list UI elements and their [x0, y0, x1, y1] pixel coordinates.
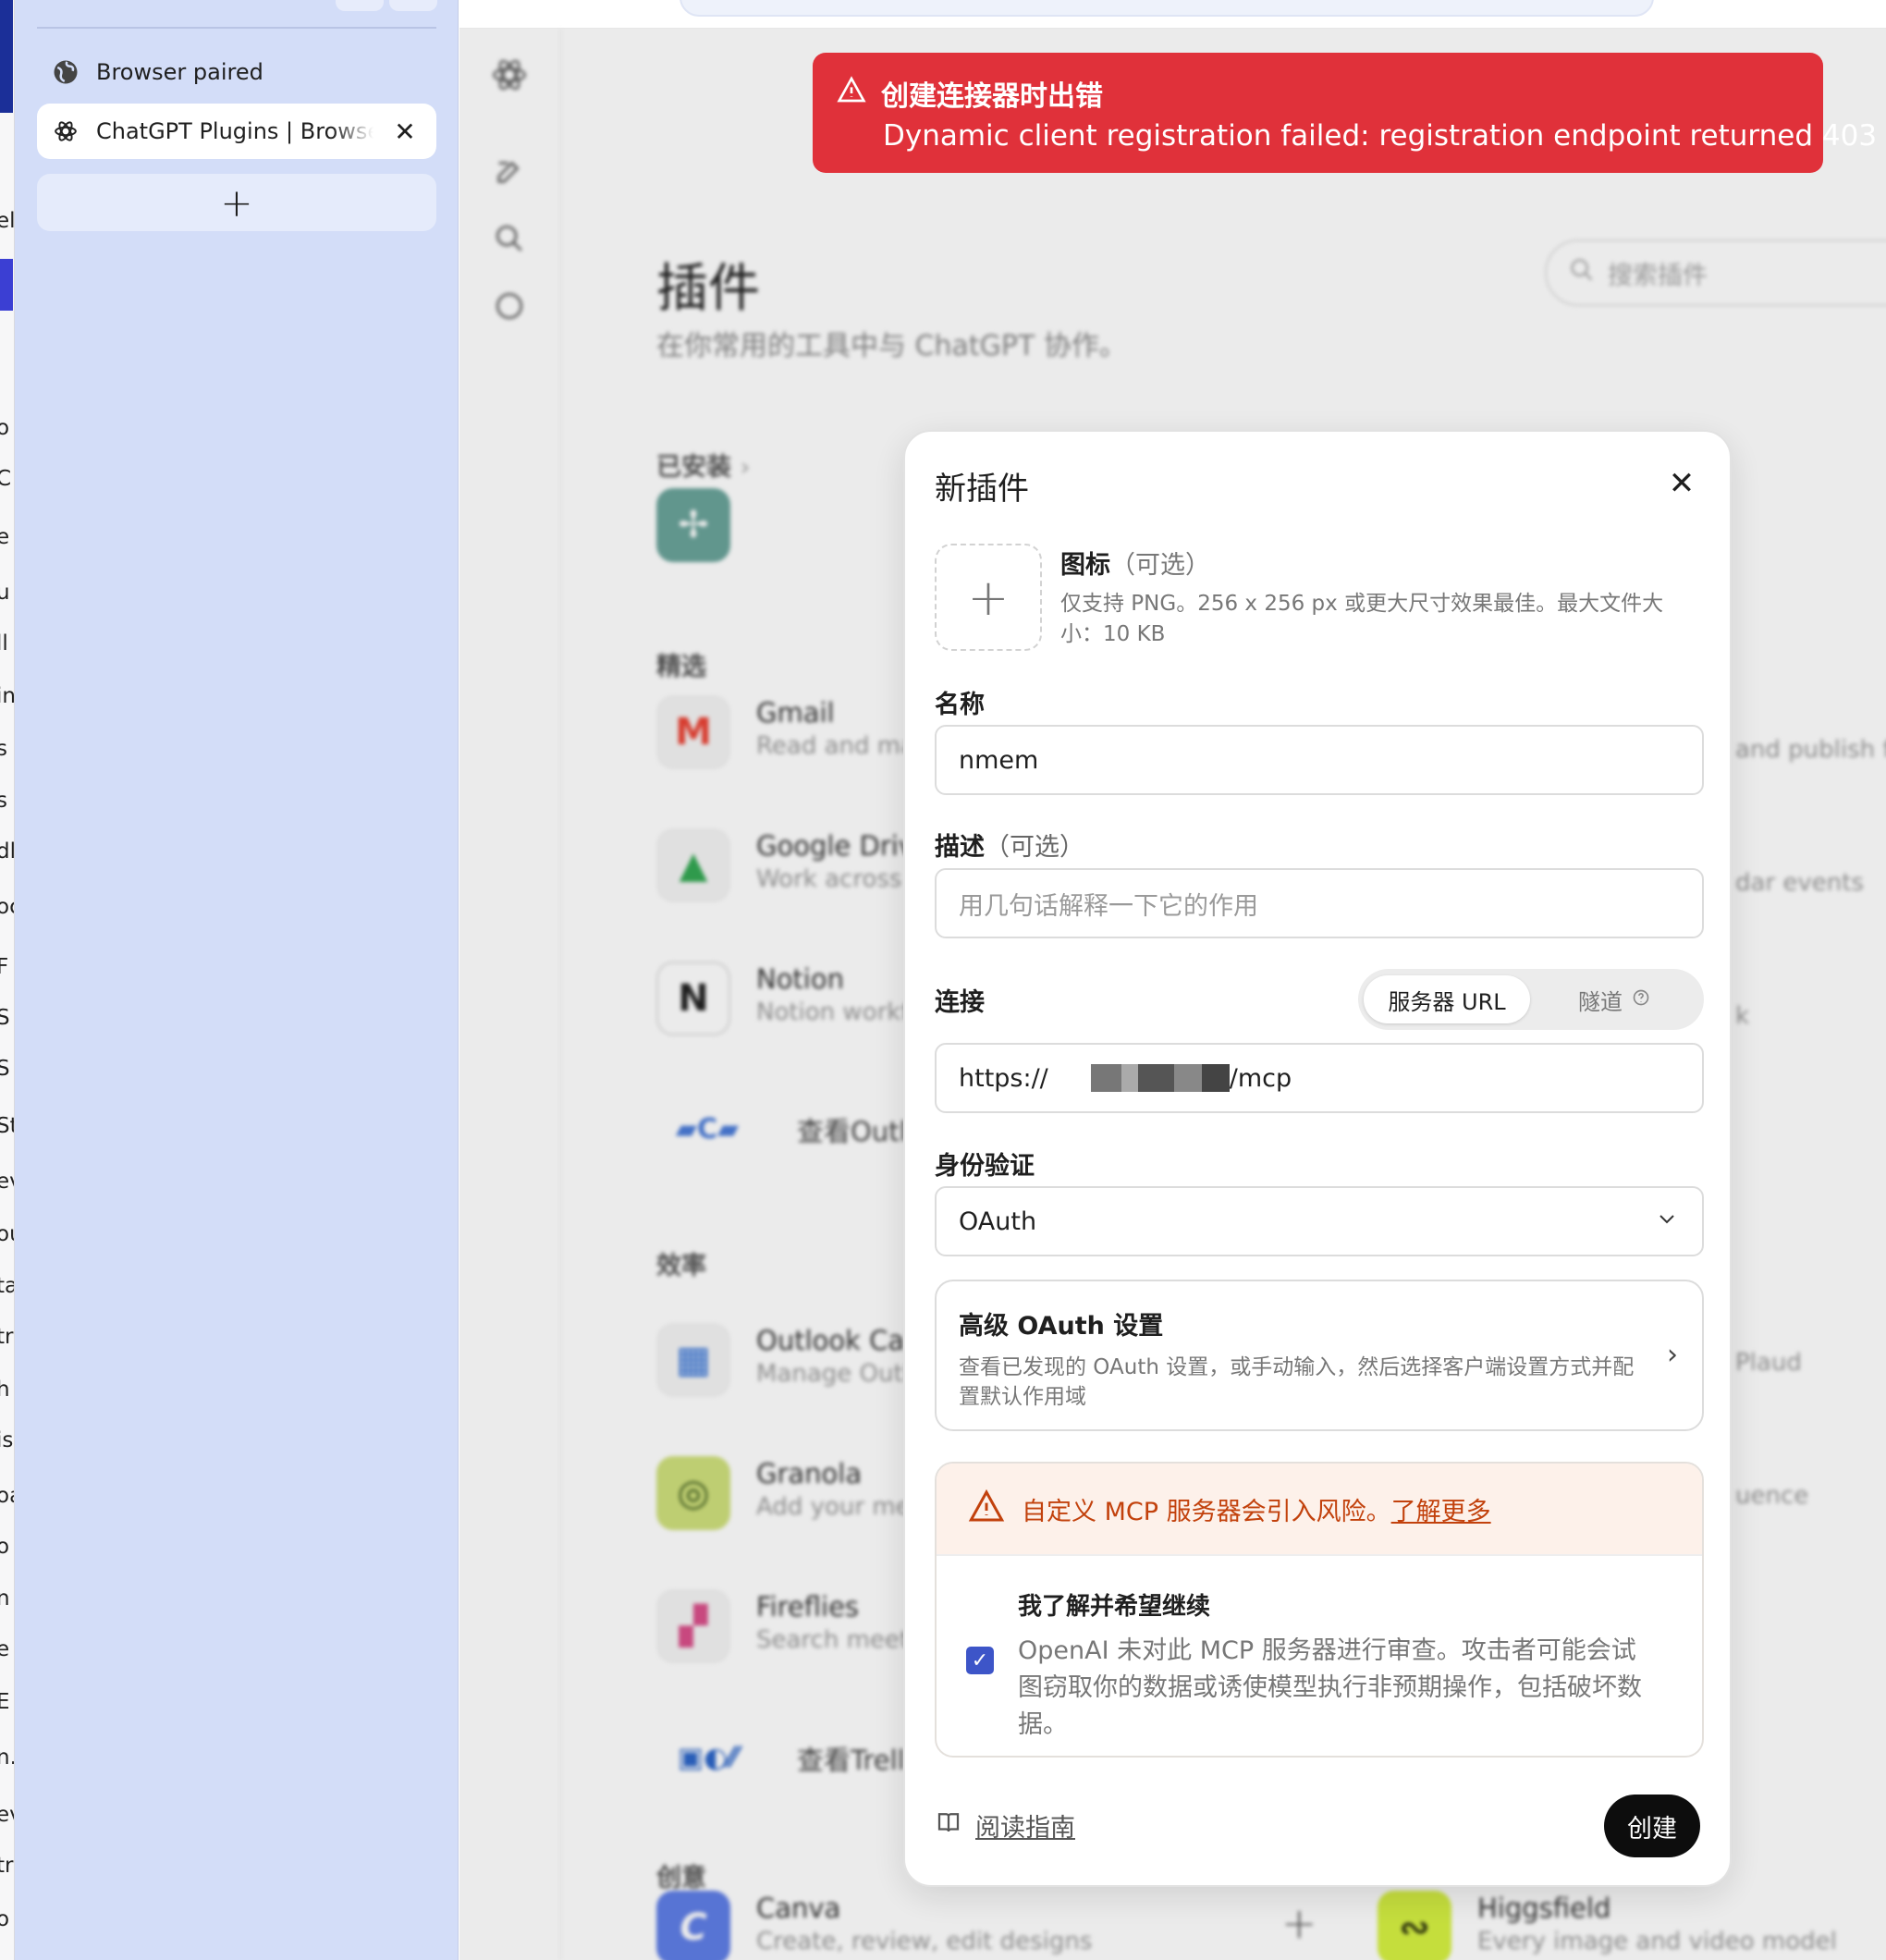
- advanced-oauth-desc: 查看已发现的 OAuth 设置，或手动输入，然后选择客户端设置方式并配置默认作用…: [959, 1355, 1635, 1409]
- cropped-text: C: [0, 467, 11, 491]
- cropped-text: o: [0, 1907, 9, 1931]
- chevron-down-icon: [1656, 1207, 1678, 1236]
- cropped-text: o: [0, 1535, 9, 1559]
- url-prefix: https://: [959, 1063, 1048, 1093]
- url-suffix: /mcp: [1229, 1063, 1292, 1093]
- advanced-oauth-settings-button[interactable]: 高级 OAuth 设置 查看已发现的 OAuth 设置，或手动输入，然后选择客户…: [935, 1280, 1704, 1431]
- cropped-text: el: [0, 209, 15, 233]
- help-icon[interactable]: [1632, 986, 1650, 1012]
- cropped-text: is: [0, 1428, 14, 1452]
- warning-icon: [837, 75, 866, 112]
- tunnel-label: 隧道: [1578, 988, 1623, 1015]
- cropped-text: tr: [0, 1854, 14, 1878]
- icon-upload-button[interactable]: +: [935, 544, 1042, 651]
- advanced-oauth-title: 高级 OAuth 设置: [959, 1312, 1164, 1341]
- cropped-text: ev: [0, 1170, 14, 1194]
- cropped-text: E: [0, 1690, 10, 1714]
- risk-text: 自定义 MCP 服务器会引入风险。: [1022, 1497, 1391, 1526]
- panel-button[interactable]: [336, 0, 384, 11]
- cropped-text: tr: [0, 1325, 14, 1349]
- cropped-text: ta: [0, 1274, 14, 1298]
- tab-item-chatgpt-plugins[interactable]: ChatGPT Plugins | Browse ✕: [37, 104, 436, 159]
- cropped-text: oc: [0, 895, 14, 919]
- cropped-text: ou: [0, 1222, 14, 1246]
- cropped-text: n.: [0, 1746, 14, 1770]
- auth-field-label: 身份验证: [935, 1152, 1035, 1181]
- tunnel-option[interactable]: 隧道: [1530, 984, 1698, 1016]
- error-toast: 创建连接器时出错 Dynamic client registration fai…: [813, 53, 1878, 173]
- new-plugin-dialog: 新插件 ✕ + 图标（可选） 仅支持 PNG。256 x 256 px 或更大尺…: [903, 430, 1732, 1887]
- new-tab-button[interactable]: +: [37, 174, 436, 231]
- background-window-edge: el o C e u ll in s s dle oc F S S St ev …: [0, 0, 15, 1960]
- connection-field-label: 连接: [935, 988, 985, 1017]
- chevron-right-icon: ›: [1667, 1339, 1678, 1371]
- auth-select[interactable]: OAuth: [935, 1186, 1704, 1256]
- acknowledge-checkbox[interactable]: ✓: [966, 1647, 994, 1674]
- acknowledge-row[interactable]: ✓ 我了解并希望继续 OpenAI 未对此 MCP 服务器进行审查。攻击者可能会…: [937, 1556, 1702, 1744]
- cropped-text: e: [0, 525, 9, 549]
- optional-tag: （可选）: [1110, 551, 1210, 580]
- cropped-text: s: [0, 737, 7, 761]
- cropped-text: St: [0, 1114, 14, 1138]
- tab-title: ChatGPT Plugins | Browse: [96, 118, 374, 144]
- cropped-text: u: [0, 581, 10, 605]
- close-icon[interactable]: ✕: [1661, 463, 1702, 504]
- cropped-text: n: [0, 1586, 10, 1611]
- acknowledge-desc: OpenAI 未对此 MCP 服务器进行审查。攻击者可能会试图窃取你的数据或诱使…: [1018, 1636, 1642, 1739]
- toast-message: Dynamic client registration failed: regi…: [883, 119, 1878, 153]
- cropped-text: e: [0, 1637, 9, 1661]
- cropped-text: ev: [0, 1803, 14, 1827]
- optional-tag: （可选）: [985, 833, 1084, 862]
- create-button[interactable]: 创建: [1604, 1795, 1700, 1857]
- icon-field-label: 图标（可选）: [1060, 545, 1210, 581]
- description-field-label: 描述（可选）: [935, 827, 1084, 863]
- desc-label-text: 描述: [935, 833, 985, 862]
- browser-side-panel: Browser paired ChatGPT Plugins | Browse …: [15, 0, 459, 1960]
- book-icon: [935, 1808, 962, 1843]
- icon-label-text: 图标: [1060, 551, 1110, 580]
- cropped-text: oa: [0, 1484, 14, 1508]
- connection-type-toggle: 服务器 URL 隧道: [1358, 969, 1704, 1030]
- warning-icon: [968, 1488, 1005, 1531]
- openai-logo-icon: [52, 117, 80, 145]
- divider: [37, 27, 436, 29]
- tab-close-icon[interactable]: ✕: [388, 115, 422, 148]
- cropped-text: S: [0, 1057, 10, 1081]
- redacted-host: [1090, 1064, 1230, 1092]
- cropped-text: ll: [0, 631, 8, 655]
- read-guide-label: 阅读指南: [975, 1814, 1075, 1843]
- cropped-text: o: [0, 416, 9, 440]
- globe-icon: [52, 58, 80, 86]
- read-guide-link[interactable]: 阅读指南: [935, 1807, 1075, 1844]
- server-url-input[interactable]: https:// /mcp: [935, 1043, 1704, 1113]
- toast-title: 创建连接器时出错: [881, 80, 1103, 113]
- name-field-label: 名称: [935, 691, 985, 719]
- acknowledge-title: 我了解并希望继续: [1018, 1593, 1211, 1621]
- cropped-text: dle: [0, 839, 14, 864]
- cropped-text: h: [0, 1378, 10, 1402]
- panel-top-buttons: [336, 0, 437, 11]
- dialog-title: 新插件: [935, 471, 1029, 508]
- panel-button[interactable]: [389, 0, 437, 11]
- cropped-text: F: [0, 955, 8, 979]
- risk-warning-panel: 自定义 MCP 服务器会引入风险。了解更多 ✓ 我了解并希望继续 OpenAI …: [935, 1462, 1704, 1758]
- cropped-text: in: [0, 684, 15, 708]
- browser-paired-label: Browser paired: [96, 59, 263, 85]
- learn-more-link[interactable]: 了解更多: [1391, 1498, 1491, 1526]
- background-window-header: [0, 0, 13, 113]
- cropped-text: s: [0, 789, 7, 813]
- cropped-text: S: [0, 1006, 10, 1030]
- browser-paired-status: Browser paired: [37, 44, 436, 100]
- icon-help-text: 仅支持 PNG。256 x 256 px 或更大尺寸效果最佳。最大文件大小：10…: [1060, 592, 1664, 646]
- name-input[interactable]: nmem: [935, 725, 1704, 795]
- description-input[interactable]: 用几句话解释一下它的作用: [935, 868, 1704, 938]
- risk-warning-banner: 自定义 MCP 服务器会引入风险。了解更多: [937, 1464, 1702, 1556]
- auth-selected-value: OAuth: [959, 1207, 1037, 1236]
- background-window-highlight: [0, 259, 13, 311]
- address-bar[interactable]: [680, 0, 1654, 17]
- server-url-option[interactable]: 服务器 URL: [1364, 975, 1530, 1023]
